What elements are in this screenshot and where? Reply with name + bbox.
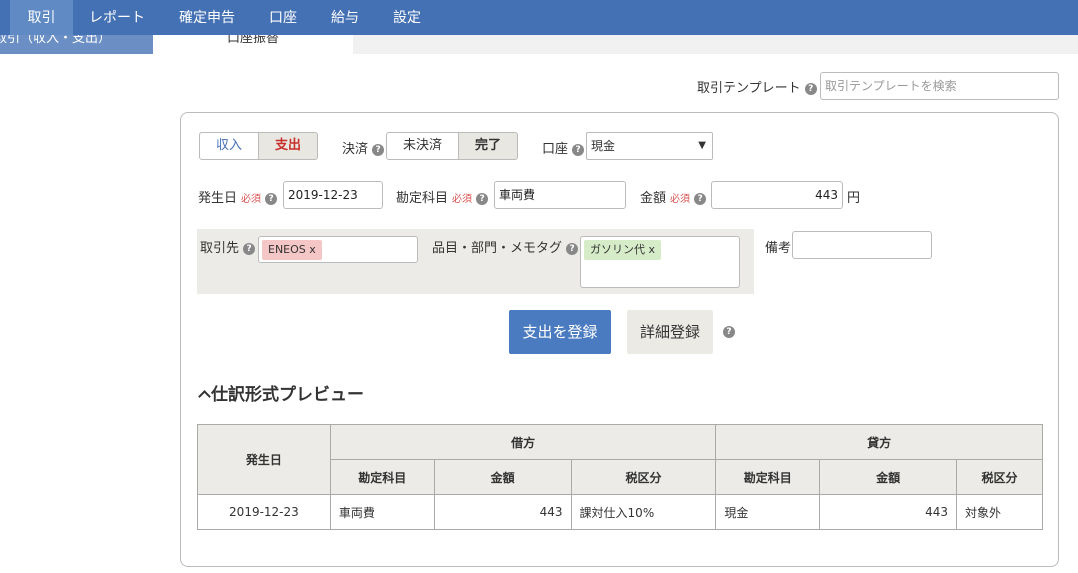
submit-expense-button[interactable]: 支出を登録 xyxy=(509,310,611,354)
help-icon[interactable]: ? xyxy=(572,143,585,156)
settlement-label: 決済 ? xyxy=(342,138,385,157)
header-debit-amount: 金額 xyxy=(433,459,572,495)
header-debit-tax: 税区分 xyxy=(570,459,717,495)
tags-input[interactable]: ガソリン代 x xyxy=(580,236,740,288)
required-badge: 必須 xyxy=(452,194,473,205)
preview-title-text: 仕訳形式プレビュー xyxy=(211,385,364,405)
table-row: 2019-12-23 車両費 443 課対仕入10% 現金 443 対象外 xyxy=(197,494,1043,530)
memo-input[interactable] xyxy=(792,231,932,259)
header-credit-tax: 税区分 xyxy=(956,459,1043,495)
item-label: 勘定科目 必須 ? xyxy=(396,187,489,206)
date-label: 発生日 必須 ? xyxy=(198,187,278,206)
nav-item-settings[interactable]: 設定 xyxy=(393,0,421,35)
row-credit-account: 現金 xyxy=(715,494,821,530)
date-label-text: 発生日 xyxy=(198,191,238,206)
account-label: 口座 ? xyxy=(542,138,585,157)
template-search-input[interactable]: 取引テンプレートを検索 xyxy=(820,72,1059,100)
amount-input[interactable]: 443 xyxy=(711,181,843,209)
nav-item-accounts[interactable]: 口座 xyxy=(269,0,297,35)
partner-label-text: 取引先 xyxy=(200,241,240,256)
row-debit-amount: 443 xyxy=(433,494,572,530)
tab-income-expense[interactable]: 取引（収入・支出） xyxy=(0,35,153,54)
memo-label: 備考 xyxy=(765,241,792,256)
required-badge: 必須 xyxy=(241,194,262,205)
row-debit-tax: 課対仕入10% xyxy=(570,494,717,530)
help-icon[interactable]: ? xyxy=(265,192,278,205)
chevron-up-icon xyxy=(198,390,211,403)
journal-preview-table: 発生日 借方 貸方 勘定科目 金額 税区分 勘定科目 金額 税区分 2019-1… xyxy=(197,424,1043,530)
partner-label: 取引先 ? xyxy=(200,237,256,256)
preview-title[interactable]: 仕訳形式プレビュー xyxy=(197,380,364,405)
partner-input[interactable]: ENEOS x xyxy=(258,236,418,263)
template-label-text: 取引テンプレート xyxy=(697,81,801,96)
account-label-text: 口座 xyxy=(542,142,569,157)
nav-item-reports[interactable]: レポート xyxy=(89,0,145,35)
row-credit-amount: 443 xyxy=(819,494,958,530)
item-tag[interactable]: ガソリン代 x xyxy=(584,240,662,260)
help-icon[interactable]: ? xyxy=(476,192,489,205)
detail-register-button[interactable]: 詳細登録 xyxy=(627,310,713,354)
top-nav: 取引 レポート 確定申告 口座 給与 設定 xyxy=(0,0,1078,35)
sub-tabs: 取引（収入・支出） 口座振替 xyxy=(0,35,1078,54)
amount-label-text: 金額 xyxy=(640,191,667,206)
partner-tag[interactable]: ENEOS x xyxy=(262,240,322,260)
header-credit-amount: 金額 xyxy=(819,459,958,495)
tags-label: 品目・部門・メモタグ ? xyxy=(432,237,579,256)
help-icon[interactable]: ? xyxy=(723,326,735,338)
header-date: 発生日 xyxy=(197,424,331,495)
settled-toggle[interactable]: 完了 xyxy=(458,132,518,160)
settlement-label-text: 決済 xyxy=(342,142,369,157)
help-icon[interactable]: ? xyxy=(566,242,579,255)
tags-label-text: 品目・部門・メモタグ xyxy=(432,241,563,256)
date-input[interactable]: 2019-12-23 xyxy=(283,181,383,209)
help-icon[interactable]: ? xyxy=(694,192,707,205)
header-debit-account: 勘定科目 xyxy=(329,459,435,495)
required-badge: 必須 xyxy=(670,194,691,205)
account-select[interactable]: 現金 ▼ xyxy=(586,132,713,160)
nav-item-transactions[interactable]: 取引 xyxy=(10,0,73,35)
currency-label: 円 xyxy=(847,191,861,206)
amount-label: 金額 必須 ? xyxy=(640,187,707,206)
help-icon[interactable]: ? xyxy=(804,82,817,95)
unsettled-toggle[interactable]: 未決済 xyxy=(386,132,459,160)
template-label: 取引テンプレート ? xyxy=(697,77,817,96)
account-select-value: 現金 xyxy=(591,139,616,153)
help-icon[interactable]: ? xyxy=(372,143,385,156)
expense-toggle[interactable]: 支出 xyxy=(258,132,318,160)
row-credit-tax: 対象外 xyxy=(956,494,1043,530)
dropdown-arrow-icon: ▼ xyxy=(698,140,706,151)
header-credit-account: 勘定科目 xyxy=(715,459,821,495)
row-date: 2019-12-23 xyxy=(197,494,331,530)
tab-account-transfer[interactable]: 口座振替 xyxy=(153,35,353,54)
item-input[interactable]: 車両費 xyxy=(494,181,626,209)
item-label-text: 勘定科目 xyxy=(396,191,449,206)
income-toggle[interactable]: 収入 xyxy=(199,132,259,160)
template-search-placeholder: 取引テンプレートを検索 xyxy=(825,79,957,93)
nav-item-payroll[interactable]: 給与 xyxy=(331,0,359,35)
nav-item-tax-return[interactable]: 確定申告 xyxy=(179,0,235,35)
help-icon[interactable]: ? xyxy=(243,242,256,255)
header-credit: 貸方 xyxy=(715,424,1043,460)
row-debit-account: 車両費 xyxy=(329,494,435,530)
header-debit: 借方 xyxy=(329,424,717,460)
